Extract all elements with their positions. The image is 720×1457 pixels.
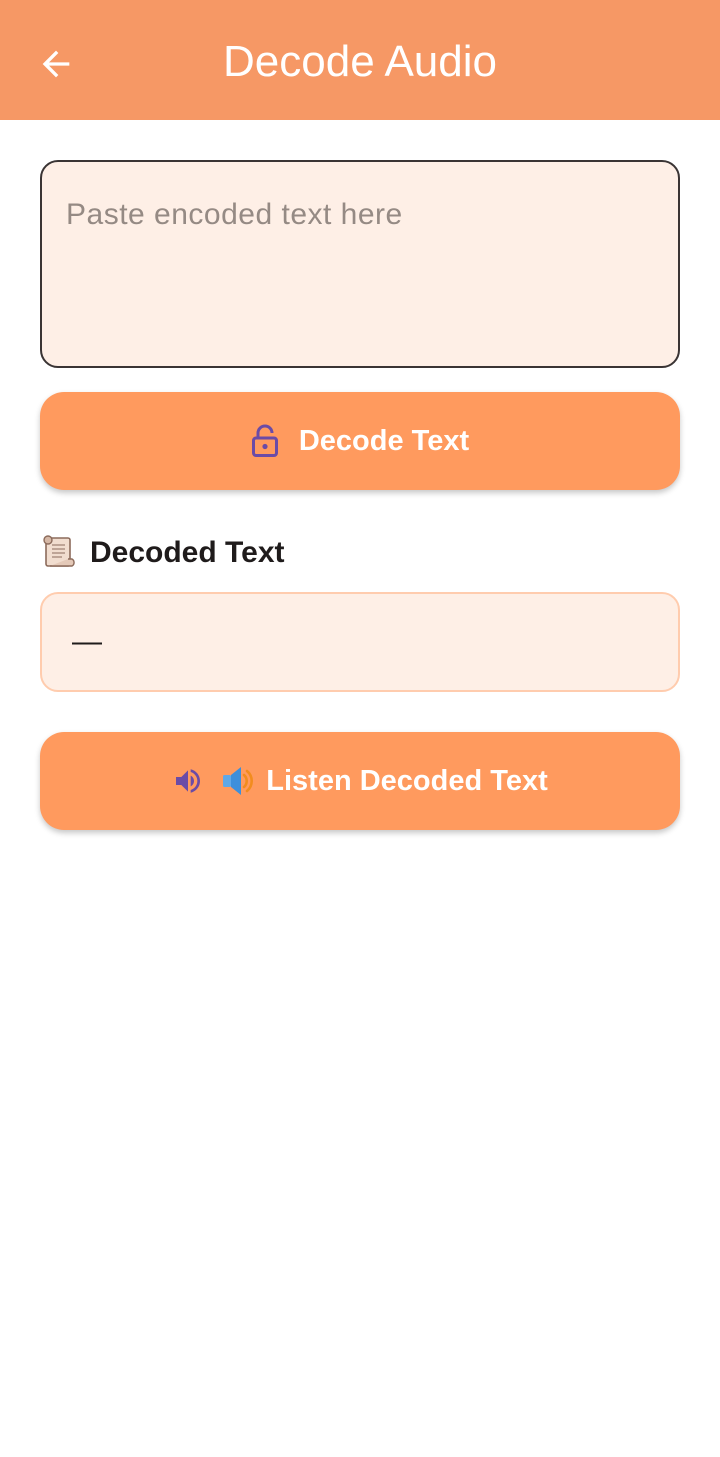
decode-text-button[interactable]: Decode Text <box>40 392 680 490</box>
listen-decoded-text-label: Listen Decoded Text <box>266 764 548 797</box>
page-title: Decode Audio <box>223 37 497 86</box>
decoded-text-output: — <box>40 592 680 692</box>
decoded-text-value: — <box>72 625 102 658</box>
decoded-text-heading-label: Decoded Text <box>90 536 285 569</box>
decoded-text-heading: Decoded Text <box>40 530 285 576</box>
app-bar: Decode Audio <box>0 0 720 120</box>
speaker-icon <box>220 763 256 799</box>
scroll-icon <box>40 534 78 572</box>
lock-open-icon <box>251 424 279 458</box>
volume-up-icon <box>172 765 204 797</box>
listen-decoded-text-button[interactable]: Listen Decoded Text <box>40 732 680 830</box>
encoded-text-input[interactable] <box>40 160 680 368</box>
decode-audio-screen: Decode Audio Decode Text Decoded Tex <box>0 0 720 1457</box>
decode-text-label: Decode Text <box>298 424 470 457</box>
